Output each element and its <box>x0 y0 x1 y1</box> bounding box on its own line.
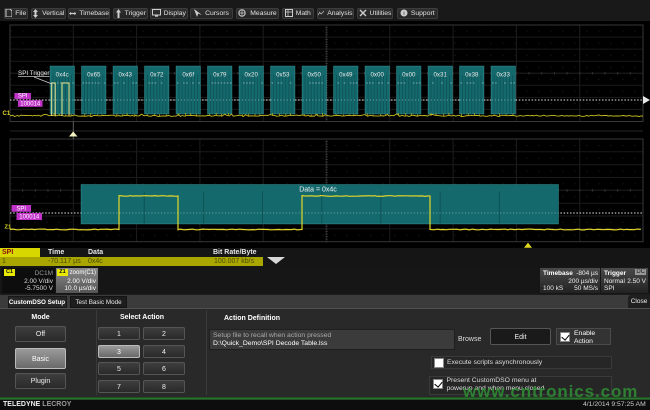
svg-text:0x20: 0x20 <box>244 72 258 79</box>
svg-text:SPI Trigger: SPI Trigger <box>18 70 50 77</box>
svg-text:Z1: Z1 <box>5 224 13 230</box>
svg-text:i: i <box>403 11 404 17</box>
svg-text:0x31: 0x31 <box>433 72 447 79</box>
svg-text:Data = 0x4c: Data = 0x4c <box>299 186 337 193</box>
svg-text:0x79: 0x79 <box>213 72 227 79</box>
svg-text:0x53: 0x53 <box>276 72 290 79</box>
svg-text:0x00: 0x00 <box>370 72 384 79</box>
svg-text:0x00: 0x00 <box>402 72 416 79</box>
svg-text:0x33: 0x33 <box>496 72 510 79</box>
svg-text:0x38: 0x38 <box>465 72 479 79</box>
svg-text:100014: 100014 <box>20 101 41 107</box>
svg-text:100014: 100014 <box>19 215 40 221</box>
svg-text:SPI: SPI <box>16 206 26 212</box>
svg-text:0x49: 0x49 <box>339 72 353 79</box>
svg-text:SPI: SPI <box>18 94 28 100</box>
svg-text:0x4c: 0x4c <box>56 72 69 79</box>
svg-text:0x43: 0x43 <box>118 72 132 79</box>
svg-text:0x50: 0x50 <box>307 72 321 79</box>
svg-text:0x72: 0x72 <box>150 72 164 79</box>
svg-text:C1: C1 <box>3 111 11 117</box>
svg-text:0x6f: 0x6f <box>182 72 194 79</box>
svg-text:0x65: 0x65 <box>87 72 101 79</box>
